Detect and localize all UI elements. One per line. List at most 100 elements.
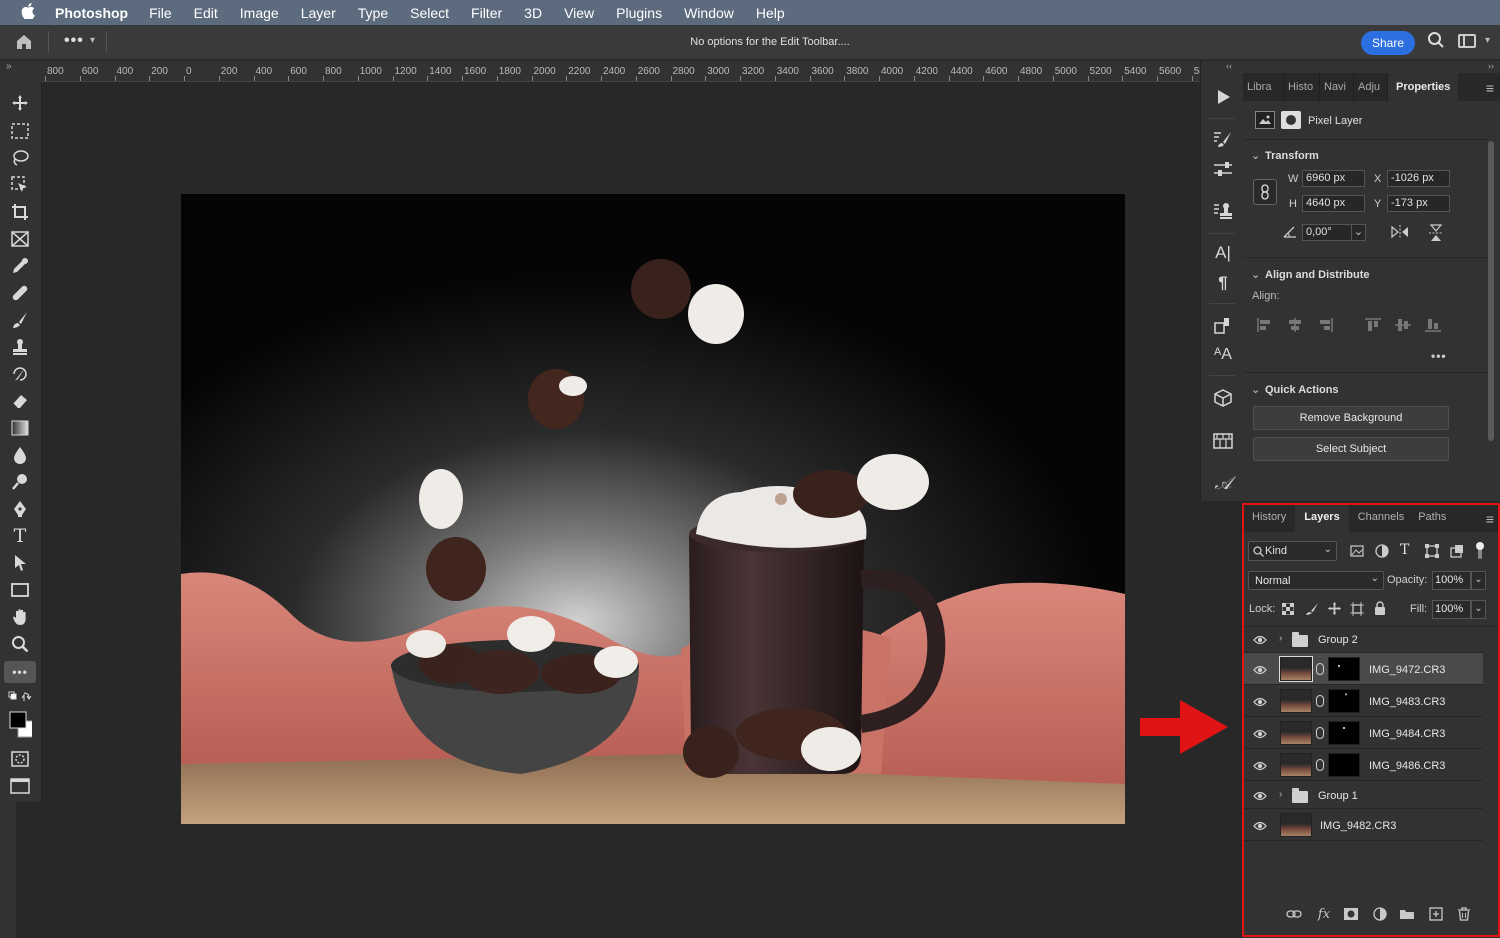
visibility-eye-icon[interactable] [1253, 663, 1267, 677]
gradient-tool-icon[interactable] [8, 417, 32, 439]
eraser-tool-icon[interactable] [8, 390, 32, 412]
panel-menu-icon[interactable]: ≡ [1486, 511, 1494, 527]
share-button[interactable]: Share [1361, 31, 1415, 55]
quick-actions-section-header[interactable]: ⌄ Quick Actions [1251, 383, 1339, 396]
visibility-eye-icon[interactable] [1253, 789, 1267, 803]
chevron-right-icon[interactable]: › [1279, 789, 1282, 800]
align-section-header[interactable]: ⌄ Align and Distribute [1251, 268, 1370, 281]
align-horizontal-centers-icon[interactable] [1287, 318, 1303, 335]
menu-edit[interactable]: Edit [194, 5, 218, 21]
width-field[interactable]: 6960 px [1302, 170, 1365, 187]
clone-source-icon[interactable] [1211, 199, 1235, 223]
visibility-eye-icon[interactable] [1253, 695, 1267, 709]
tab-properties[interactable]: Properties [1388, 73, 1459, 101]
hand-tool-icon[interactable] [8, 606, 32, 628]
layer-mask-thumbnail[interactable] [1328, 689, 1360, 713]
crop-tool-icon[interactable] [8, 201, 32, 223]
angle-dropdown[interactable]: ⌄ [1351, 224, 1366, 241]
filter-adjustment-icon[interactable] [1375, 544, 1389, 561]
history-brush-tool-icon[interactable] [8, 363, 32, 385]
layer-thumbnail[interactable] [1280, 721, 1312, 745]
lock-artboard-icon[interactable] [1350, 602, 1364, 619]
menu-plugins[interactable]: Plugins [616, 5, 662, 21]
tab-paths[interactable]: Paths [1413, 503, 1451, 532]
brush-tool-icon[interactable] [8, 309, 32, 331]
move-tool-icon[interactable] [8, 92, 32, 114]
opacity-field[interactable]: 100% [1432, 571, 1471, 590]
adjustment-sliders-icon[interactable] [1211, 157, 1235, 181]
align-vertical-centers-icon[interactable] [1395, 318, 1411, 335]
menu-layer[interactable]: Layer [301, 5, 336, 21]
adjustment-layer-icon[interactable] [1372, 906, 1388, 922]
timeline-icon[interactable] [1211, 429, 1235, 453]
collapse-icon[interactable]: ‹‹ [1226, 61, 1232, 71]
link-icon[interactable] [1316, 727, 1324, 739]
color-swatches[interactable] [8, 708, 32, 742]
marquee-tool-icon[interactable] [8, 120, 32, 142]
more-options-button[interactable]: ••• [1431, 349, 1447, 363]
tab-libraries[interactable]: Libra [1243, 73, 1284, 101]
ruler-corner[interactable]: » [0, 61, 42, 82]
lock-position-icon[interactable] [1327, 601, 1342, 619]
align-bottom-edges-icon[interactable] [1425, 318, 1441, 335]
tab-histogram[interactable]: Histo [1284, 73, 1320, 101]
blend-mode-dropdown[interactable]: Normal ⌄ [1248, 571, 1384, 590]
quick-mask-icon[interactable] [8, 748, 32, 770]
opacity-dropdown[interactable]: ⌄ [1471, 571, 1486, 590]
menu-3d[interactable]: 3D [524, 5, 542, 21]
visibility-eye-icon[interactable] [1253, 819, 1267, 833]
clone-stamp-tool-icon[interactable] [8, 336, 32, 358]
mask-icon[interactable] [1281, 111, 1301, 129]
align-top-edges-icon[interactable] [1365, 318, 1381, 335]
link-layers-icon[interactable] [1286, 906, 1302, 922]
frame-tool-icon[interactable] [8, 228, 32, 250]
fill-field[interactable]: 100% [1432, 600, 1471, 619]
filter-pixel-icon[interactable] [1350, 545, 1364, 560]
layer-mask-thumbnail[interactable] [1328, 721, 1360, 745]
new-group-icon[interactable] [1399, 906, 1415, 922]
align-left-edges-icon[interactable] [1257, 318, 1273, 335]
default-colors-icon[interactable] [8, 689, 32, 703]
visibility-eye-icon[interactable] [1253, 633, 1267, 647]
zoom-tool-icon[interactable] [8, 633, 32, 655]
filter-kind-dropdown[interactable]: Kind ⌄ [1248, 541, 1337, 561]
filter-type-icon[interactable]: T [1400, 542, 1409, 558]
visibility-eye-icon[interactable] [1253, 759, 1267, 773]
y-field[interactable]: -173 px [1387, 195, 1450, 212]
healing-brush-tool-icon[interactable] [8, 282, 32, 304]
menu-file[interactable]: File [149, 5, 172, 21]
filter-toggle-switch[interactable] [1475, 542, 1485, 560]
tab-channels[interactable]: Channels [1349, 503, 1413, 532]
menu-select[interactable]: Select [410, 5, 449, 21]
menu-type[interactable]: Type [358, 5, 388, 21]
add-mask-icon[interactable] [1343, 906, 1359, 922]
remove-background-button[interactable]: Remove Background [1253, 406, 1449, 430]
link-dimensions-button[interactable] [1253, 179, 1277, 205]
chevron-down-icon[interactable]: ▾ [1485, 35, 1490, 46]
fill-dropdown[interactable]: ⌄ [1471, 600, 1486, 619]
layer-row-group-1[interactable]: › Group 1 [1243, 781, 1483, 809]
menu-app-name[interactable]: Photoshop [55, 5, 128, 21]
character-icon[interactable]: A| [1211, 241, 1235, 265]
height-field[interactable]: 4640 px [1302, 195, 1365, 212]
layer-mask-thumbnail[interactable] [1328, 657, 1360, 681]
layer-mask-thumbnail[interactable] [1328, 753, 1360, 777]
type-tool-icon[interactable]: T [8, 525, 32, 547]
layer-thumbnail[interactable] [1280, 813, 1312, 837]
align-right-edges-icon[interactable] [1317, 318, 1333, 335]
blur-tool-icon[interactable] [8, 444, 32, 466]
panel-menu-icon[interactable]: ≡ [1486, 80, 1494, 96]
visibility-eye-icon[interactable] [1253, 727, 1267, 741]
lock-transparent-icon[interactable] [1281, 602, 1295, 618]
layer-row-img-9483[interactable]: IMG_9483.CR3 [1243, 685, 1483, 717]
apple-icon[interactable] [0, 2, 55, 23]
path-selection-tool-icon[interactable] [8, 552, 32, 574]
link-icon[interactable] [1316, 695, 1324, 707]
eyedropper-tool-icon[interactable] [8, 255, 32, 277]
glyphs-icon[interactable] [1211, 313, 1235, 337]
workspace-icon[interactable] [1458, 34, 1476, 48]
document-canvas[interactable] [181, 194, 1125, 824]
edit-toolbar-icon[interactable]: ••• [4, 661, 36, 683]
link-icon[interactable] [1316, 663, 1324, 675]
layer-row-img-9472[interactable]: IMG_9472.CR3 [1243, 653, 1483, 685]
